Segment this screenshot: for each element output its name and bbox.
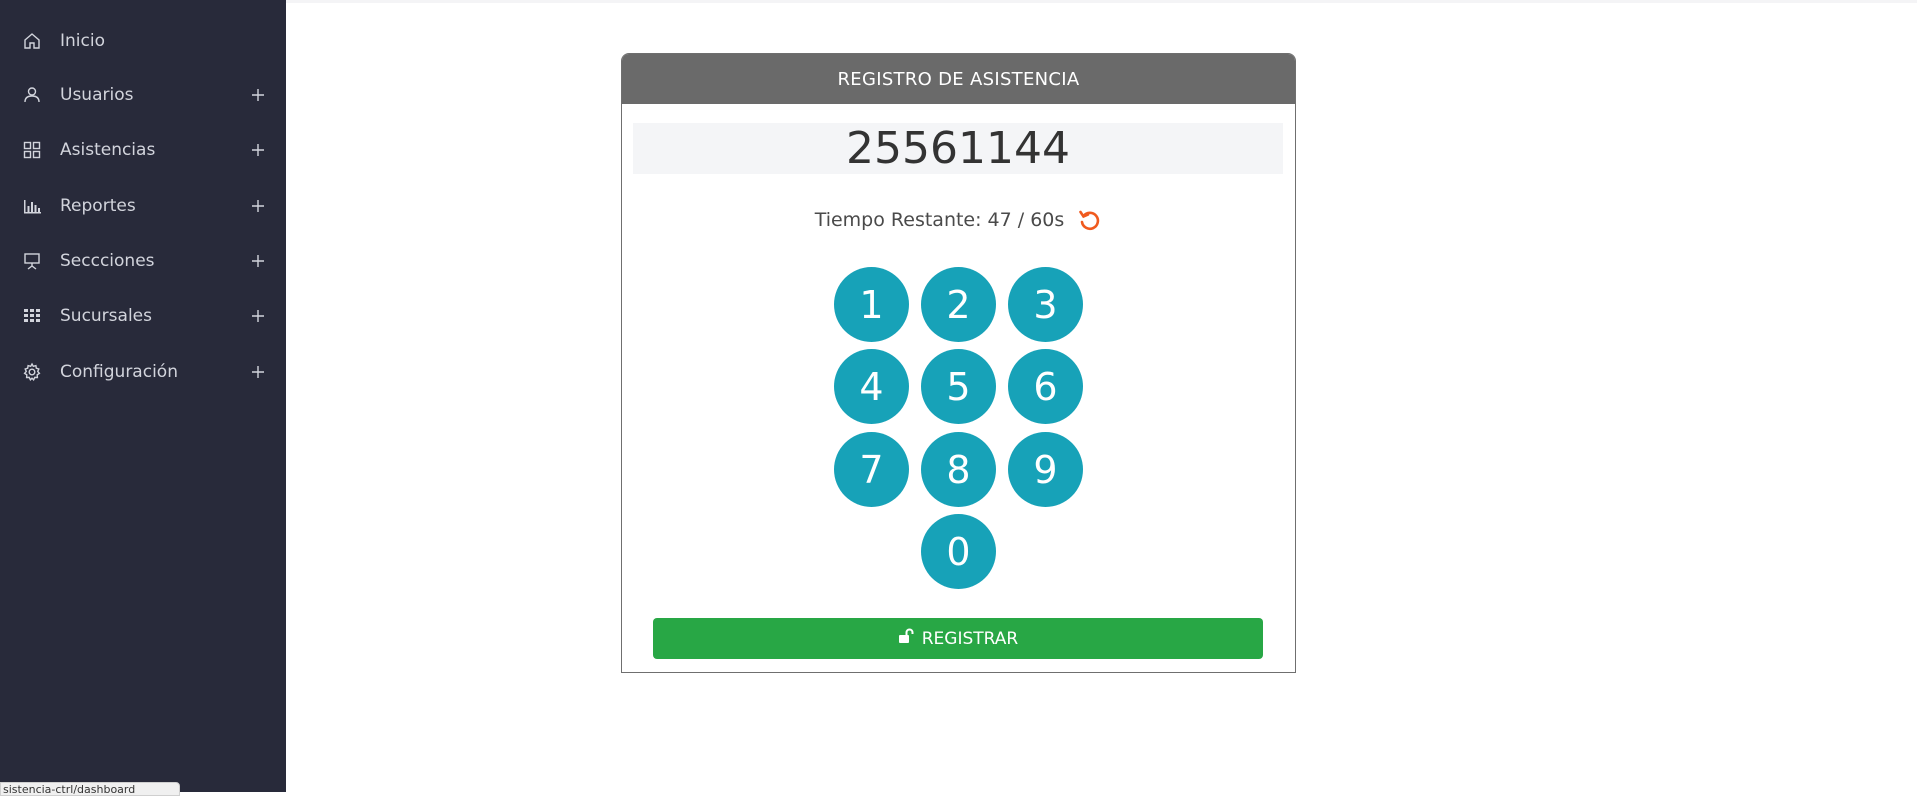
sidebar-item-label: Reportes bbox=[60, 196, 136, 216]
key-4[interactable]: 4 bbox=[834, 349, 909, 424]
plus-icon[interactable] bbox=[249, 141, 267, 159]
grid-icon bbox=[20, 138, 44, 162]
sidebar-item-label: Usuarios bbox=[60, 85, 134, 105]
sidebar-item-usuarios[interactable]: Usuarios bbox=[0, 75, 286, 115]
timer-label: Tiempo Restante: 47 / 60s bbox=[814, 209, 1065, 231]
key-1[interactable]: 1 bbox=[834, 267, 909, 342]
card-title: REGISTRO DE ASISTENCIA bbox=[622, 54, 1295, 104]
key-5[interactable]: 5 bbox=[921, 349, 996, 424]
table-grid-icon bbox=[20, 304, 44, 328]
sidebar-item-configuracion[interactable]: Configuración bbox=[0, 352, 286, 392]
top-divider bbox=[286, 0, 1917, 3]
key-6[interactable]: 6 bbox=[1008, 349, 1083, 424]
register-button[interactable]: REGISTRAR bbox=[653, 618, 1263, 659]
plus-icon[interactable] bbox=[249, 197, 267, 215]
sidebar-item-label: Inicio bbox=[60, 31, 105, 51]
code-display: 25561144 bbox=[633, 123, 1283, 174]
sidebar-item-label: Asistencias bbox=[60, 140, 156, 160]
timer-row: Tiempo Restante: 47 / 60s bbox=[622, 204, 1295, 236]
plus-icon[interactable] bbox=[249, 363, 267, 381]
gear-icon bbox=[20, 360, 44, 384]
sidebar-item-sucursales[interactable]: Sucursales bbox=[0, 296, 286, 336]
key-7[interactable]: 7 bbox=[834, 432, 909, 507]
sidebar-item-label: Seccciones bbox=[60, 251, 155, 271]
sidebar-item-inicio[interactable]: Inicio bbox=[0, 21, 286, 61]
presentation-icon bbox=[20, 249, 44, 273]
plus-icon[interactable] bbox=[249, 86, 267, 104]
key-2[interactable]: 2 bbox=[921, 267, 996, 342]
plus-icon[interactable] bbox=[249, 307, 267, 325]
key-8[interactable]: 8 bbox=[921, 432, 996, 507]
reload-icon[interactable] bbox=[1076, 207, 1102, 233]
sidebar-item-reportes[interactable]: Reportes bbox=[0, 186, 286, 226]
attendance-card: REGISTRO DE ASISTENCIA 25561144 Tiempo R… bbox=[621, 53, 1296, 673]
key-9[interactable]: 9 bbox=[1008, 432, 1083, 507]
sidebar: Inicio Usuarios Asistencias Reportes Sec… bbox=[0, 0, 286, 792]
home-icon bbox=[20, 29, 44, 53]
plus-icon[interactable] bbox=[249, 252, 267, 270]
key-3[interactable]: 3 bbox=[1008, 267, 1083, 342]
sidebar-item-label: Configuración bbox=[60, 362, 178, 382]
status-url: sistencia-ctrl/dashboard bbox=[0, 782, 180, 796]
register-label: REGISTRAR bbox=[921, 628, 1019, 649]
sidebar-item-asistencias[interactable]: Asistencias bbox=[0, 130, 286, 170]
bar-chart-icon bbox=[20, 194, 44, 218]
key-0[interactable]: 0 bbox=[921, 514, 996, 589]
sidebar-item-label: Sucursales bbox=[60, 306, 152, 326]
unlock-icon bbox=[898, 628, 914, 649]
sidebar-item-seccciones[interactable]: Seccciones bbox=[0, 241, 286, 281]
user-icon bbox=[20, 83, 44, 107]
